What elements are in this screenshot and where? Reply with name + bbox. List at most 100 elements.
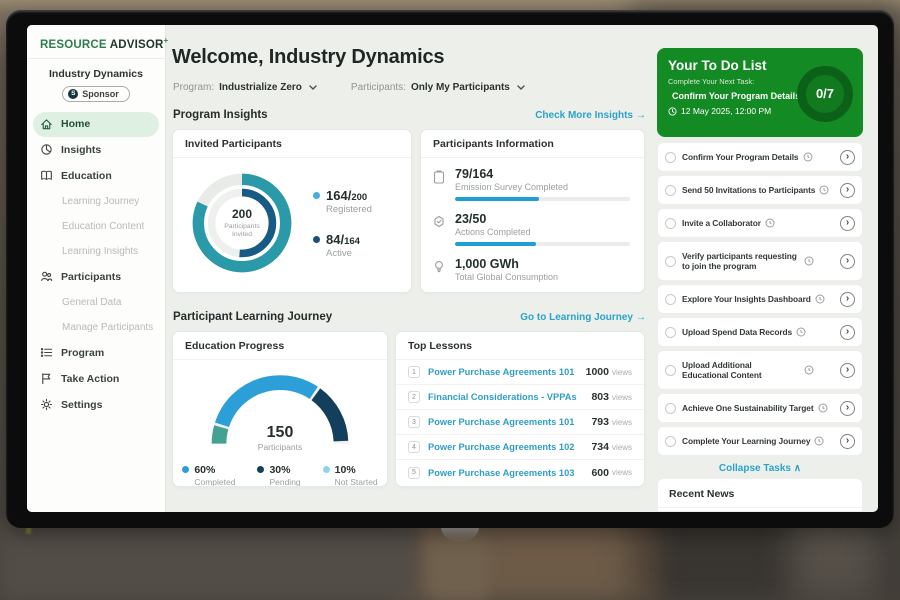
logo-plus: + <box>164 36 169 45</box>
top-lessons-card: Top Lessons 1 Power Purchase Agreements … <box>395 331 645 487</box>
legend-active: 84/164 Active <box>313 232 372 259</box>
collapse-tasks-link[interactable]: Collapse Tasks ∧ <box>657 459 863 480</box>
lesson-link[interactable]: Power Purchase Agreements 102 <box>428 442 591 452</box>
book-icon <box>40 169 53 182</box>
photo-background: RESOURCE ADVISOR+ Industry Dynamics S Sp… <box>0 0 900 600</box>
sidebar-item-general-data[interactable]: General Data <box>27 290 165 315</box>
sidebar-item-participants[interactable]: Participants <box>27 264 165 290</box>
donut-legend: 164/200 Registered 84/164 Active <box>313 188 372 259</box>
donut-center-label: 200 Participants Invited <box>185 166 299 280</box>
lesson-link[interactable]: Power Purchase Agreements 101 <box>428 417 591 427</box>
clock-icon <box>819 185 829 195</box>
chevron-right-button[interactable]: › <box>840 254 855 269</box>
education-progress-card: Education Progress 150 Participants <box>172 331 388 487</box>
lesson-row: 2 Financial Considerations - VPPAs 803 v… <box>396 385 644 410</box>
emission-progress-bar <box>455 197 630 201</box>
checkbox[interactable] <box>665 294 676 305</box>
todo-next-task: Confirm Your Program Details <box>668 91 797 101</box>
checkbox[interactable] <box>665 152 676 163</box>
sidebar-item-learning-insights[interactable]: Learning Insights <box>27 239 165 264</box>
home-icon <box>40 118 53 131</box>
sidebar-item-home[interactable]: Home <box>33 112 159 137</box>
checkbox[interactable] <box>665 218 676 229</box>
actions-progress-bar <box>455 242 630 246</box>
gauge-center-label: 150 Participants <box>205 424 355 452</box>
sidebar: RESOURCE ADVISOR+ Industry Dynamics S Sp… <box>27 25 166 512</box>
task-row-send-invitations[interactable]: Send 50 Invitations to Participants › <box>657 175 863 205</box>
sidebar-item-settings[interactable]: Settings <box>27 392 165 418</box>
chevron-right-button[interactable]: › <box>840 325 855 340</box>
card-title: Invited Participants <box>173 130 411 158</box>
pending-dot <box>257 466 264 473</box>
clock-icon <box>814 436 824 446</box>
checkbox[interactable] <box>665 327 676 338</box>
sidebar-nav: Home Insights Education Learning Journey… <box>27 112 165 418</box>
lesson-row: 4 Power Purchase Agreements 102 734 view… <box>396 435 644 460</box>
checkbox[interactable] <box>665 185 676 196</box>
sidebar-item-education-content[interactable]: Education Content <box>27 214 165 239</box>
chevron-right-button[interactable]: › <box>840 363 855 378</box>
education-gauge-chart: 150 Participants <box>205 370 355 452</box>
sidebar-item-take-action[interactable]: Take Action <box>27 366 165 392</box>
lesson-row: 1 Power Purchase Agreements 101 1000 vie… <box>396 360 644 385</box>
card-title: Participants Information <box>421 130 644 158</box>
checkbox[interactable] <box>665 256 676 267</box>
program-insights-header: Program Insights Check More Insights→ <box>173 109 646 121</box>
lesson-link[interactable]: Power Purchase Agreements 103 <box>428 468 591 478</box>
lesson-link[interactable]: Financial Considerations - VPPAs <box>428 392 591 402</box>
stat-global-consumption: 1,000 GWh Total Global Consumption <box>433 257 630 282</box>
chevron-right-button[interactable]: › <box>840 401 855 416</box>
sidebar-item-education[interactable]: Education <box>27 163 165 189</box>
app-window: RESOURCE ADVISOR+ Industry Dynamics S Sp… <box>27 25 878 512</box>
todo-subtitle: Complete Your Next Task: <box>668 77 797 86</box>
clock-icon <box>796 327 806 337</box>
checkbox[interactable] <box>665 436 676 447</box>
invited-participants-card: Invited Participants 200 Participants In… <box>172 129 412 293</box>
task-row-confirm-program[interactable]: Confirm Your Program Details › <box>657 142 863 172</box>
todo-summary-card: Your To Do List Complete Your Next Task:… <box>657 48 863 137</box>
sidebar-item-program[interactable]: Program <box>27 340 165 366</box>
checkbox[interactable] <box>665 403 676 414</box>
task-row-complete-learning-journey[interactable]: Complete Your Learning Journey › <box>657 426 863 456</box>
background-blur <box>0 520 420 600</box>
task-row-invite-collaborator[interactable]: Invite a Collaborator › <box>657 208 863 238</box>
chevron-right-button[interactable]: › <box>840 434 855 449</box>
flag-icon <box>40 372 53 385</box>
chevron-right-button[interactable]: › <box>840 150 855 165</box>
chevron-right-button[interactable]: › <box>840 183 855 198</box>
todo-task-list: Confirm Your Program Details › Send 50 I… <box>657 142 863 480</box>
app-logo: RESOURCE ADVISOR+ <box>27 25 165 59</box>
org-name: Industry Dynamics <box>27 68 165 80</box>
sidebar-item-learning-journey[interactable]: Learning Journey <box>27 189 165 214</box>
chevron-right-button[interactable]: › <box>840 216 855 231</box>
legend-not-started: 10%Not Started <box>323 464 378 487</box>
registered-dot <box>313 192 320 199</box>
sponsor-badge: S Sponsor <box>62 86 130 102</box>
participants-filter[interactable]: Participants: Only My Participants <box>351 82 525 93</box>
task-row-upload-spend-data[interactable]: Upload Spend Data Records › <box>657 317 863 347</box>
lesson-link[interactable]: Power Purchase Agreements 101 <box>428 367 586 377</box>
insights-icon <box>40 143 53 156</box>
clock-icon <box>804 256 814 266</box>
clock-icon <box>765 218 775 228</box>
sidebar-item-insights[interactable]: Insights <box>27 137 165 163</box>
program-filter[interactable]: Program: Industrialize Zero <box>173 82 317 93</box>
checkbox[interactable] <box>665 365 676 376</box>
go-to-learning-journey-link[interactable]: Go to Learning Journey→ <box>520 312 646 323</box>
filter-bar: Program: Industrialize Zero Participants… <box>173 82 525 93</box>
clock-icon <box>803 152 813 162</box>
sidebar-item-manage-participants[interactable]: Manage Participants <box>27 315 165 340</box>
task-row-explore-insights[interactable]: Explore Your Insights Dashboard › <box>657 284 863 314</box>
chevron-right-button[interactable]: › <box>840 292 855 307</box>
check-more-insights-link[interactable]: Check More Insights→ <box>535 110 646 121</box>
list-icon <box>40 346 53 359</box>
stat-emission-survey: 79/164 Emission Survey Completed <box>433 167 630 201</box>
page-title: Welcome, Industry Dynamics <box>172 46 444 69</box>
arrow-right-icon: → <box>636 312 646 323</box>
task-row-achieve-target[interactable]: Achieve One Sustainability Target › <box>657 393 863 423</box>
task-row-verify-participants[interactable]: Verify participants requesting to join t… <box>657 241 863 281</box>
task-row-upload-educational-content[interactable]: Upload Additional Educational Content › <box>657 350 863 390</box>
todo-datetime: 12 May 2025, 12:00 PM <box>668 106 797 116</box>
card-title: Top Lessons <box>396 332 644 360</box>
chevron-down-icon <box>517 85 525 90</box>
